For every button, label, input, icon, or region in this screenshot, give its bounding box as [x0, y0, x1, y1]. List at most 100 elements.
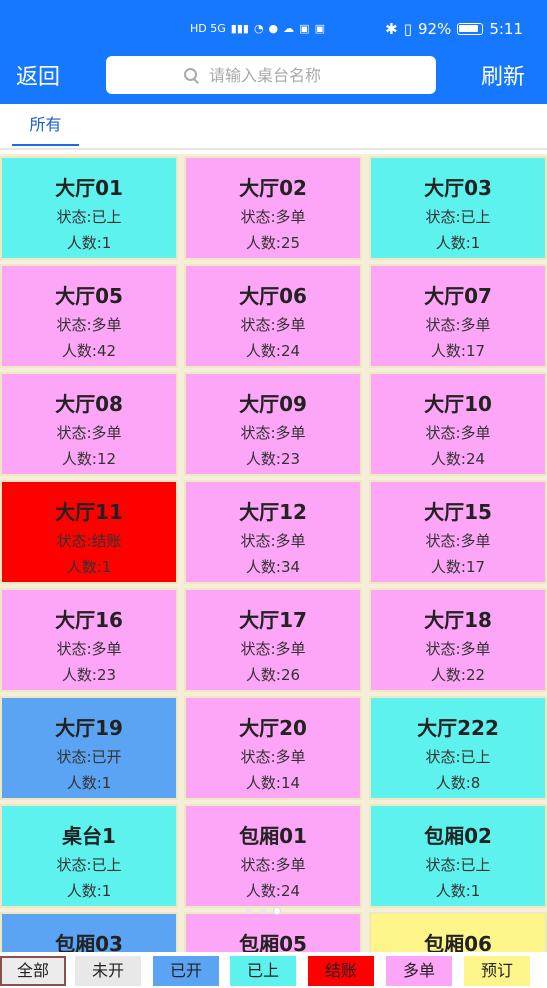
table-card[interactable]: 大厅08 状态:多单 人数:12: [0, 372, 178, 476]
table-name: 大厅18: [424, 608, 492, 632]
table-name: 包厢01: [239, 824, 307, 848]
nav-bar: 返回 刷新: [0, 56, 547, 104]
table-people: 人数:1: [66, 558, 112, 576]
table-card[interactable]: 大厅07 状态:多单 人数:17: [369, 264, 547, 368]
table-name: 大厅09: [239, 392, 307, 416]
table-people: 人数:26: [245, 666, 301, 684]
legend-filter[interactable]: 已上: [230, 956, 296, 986]
refresh-button[interactable]: 刷新: [481, 62, 525, 94]
battery-percent: 92%: [417, 20, 452, 38]
table-grid: 大厅01 状态:已上 人数:1 大厅02 状态:多单 人数:25 大厅03 状态:已上 人数:1…: [0, 154, 547, 954]
table-card[interactable]: 大厅09 状态:多单 人数:23: [184, 372, 362, 476]
table-people: 人数:12: [61, 450, 117, 468]
table-people: 人数:1: [435, 882, 481, 900]
table-name: 大厅03: [424, 176, 492, 200]
table-card[interactable]: 大厅20 状态:多单人数:14: [184, 696, 362, 800]
pager-dot: [246, 908, 252, 914]
table-name: 大厅16: [55, 608, 123, 632]
legend-filter[interactable]: 已开: [153, 956, 219, 986]
search-icon: [183, 67, 199, 83]
table-card[interactable]: 大厅12 状态:多单 人数:34: [184, 480, 362, 584]
table-card[interactable]: 大厅02 状态:多单 人数:25: [184, 156, 362, 260]
table-card[interactable]: 大厅16 状态:多单 人数:23: [0, 588, 178, 692]
table-card[interactable]: 包厢03: [0, 912, 178, 954]
table-people: 人数:14: [245, 774, 301, 792]
legend-filter[interactable]: 全部: [0, 956, 66, 986]
table-status: 状态:多单: [240, 208, 306, 226]
table-card[interactable]: 大厅03 状态:已上 人数:1: [369, 156, 547, 260]
status-bar: HD 5G ▮▮▮ ◔ ● ☁ ▣ ▣ ✱ ▯ 92% 5:11: [0, 0, 547, 56]
table-status: 状态:多单: [56, 640, 122, 658]
table-status: 状态:多单: [425, 532, 491, 550]
battery-icon: [457, 23, 484, 35]
vibrate-icon: ▯: [403, 20, 412, 38]
table-name: 大厅17: [239, 608, 307, 632]
table-card[interactable]: 大厅01 状态:已上 人数:1: [0, 156, 178, 260]
table-name: 大厅10: [424, 392, 492, 416]
table-card[interactable]: 桌台1 状态:已上 人数:1: [0, 804, 178, 908]
table-name: 大厅07: [424, 284, 492, 308]
table-name: 大厅06: [239, 284, 307, 308]
search-box[interactable]: [106, 56, 436, 94]
table-status: 状态:已上: [56, 856, 122, 874]
back-button[interactable]: 返回: [16, 62, 60, 94]
table-name: 大厅19: [55, 716, 123, 740]
table-card[interactable]: 大厅18 状态:多单人数:22: [369, 588, 547, 692]
table-card[interactable]: 大厅05 状态:多单 人数:42: [0, 264, 178, 368]
table-card[interactable]: 大厅19 状态:已开 人数:1: [0, 696, 178, 800]
table-card[interactable]: 大厅17 状态:多单人数:26: [184, 588, 362, 692]
app-icon-2: ▣: [314, 21, 325, 35]
legend-filter[interactable]: 结账: [308, 956, 374, 986]
table-status: 状态:多单: [240, 748, 306, 766]
bluetooth-icon: ✱: [385, 20, 398, 38]
chat-icon: ●: [268, 21, 279, 35]
table-card[interactable]: 包厢02 状态:已上 人数:1: [369, 804, 547, 908]
clock: 5:11: [489, 20, 523, 38]
table-name: 大厅20: [239, 716, 307, 740]
table-name: 包厢02: [424, 824, 492, 848]
network-label: HD 5G: [190, 21, 226, 35]
legend-filter[interactable]: 多单: [386, 956, 452, 986]
table-name: 桌台1: [62, 824, 116, 848]
pager-dot-active: [274, 908, 280, 914]
table-people: 人数:17: [430, 558, 486, 576]
table-people: 人数:24: [430, 450, 486, 468]
status-right: ✱ ▯ 92% 5:11: [385, 18, 523, 40]
pager-dot: [260, 908, 266, 914]
table-people: 人数:22: [430, 666, 486, 684]
table-people: 人数:25: [245, 234, 301, 252]
legend-filter[interactable]: 未开: [75, 956, 141, 986]
table-card[interactable]: 包厢06: [369, 912, 547, 954]
table-card[interactable]: 大厅11 状态:结账 人数:1: [0, 480, 178, 584]
table-status: 状态:多单: [56, 424, 122, 442]
table-card[interactable]: 包厢01 状态:多单 人数:24: [184, 804, 362, 908]
legend-filter[interactable]: 预订: [464, 956, 530, 986]
table-status: 状态:多单: [425, 640, 491, 658]
table-people: 人数:8: [435, 774, 481, 792]
table-card[interactable]: 大厅15 状态:多单 人数:17: [369, 480, 547, 584]
table-name: 包厢05: [239, 932, 307, 954]
wifi-icon: ◔: [253, 21, 264, 35]
table-name: 大厅222: [417, 716, 499, 740]
table-status: 状态:已上: [425, 748, 491, 766]
table-status: 状态:结账: [56, 532, 122, 550]
status-legend: 全部 未开 已开 已上 结账 多单 预订: [0, 952, 547, 988]
table-name: 大厅01: [55, 176, 123, 200]
table-card[interactable]: 大厅10 状态:多单 人数:24: [369, 372, 547, 476]
table-status: 状态:多单: [240, 640, 306, 658]
table-status: 状态:多单: [240, 532, 306, 550]
app-icon: ▣: [299, 21, 310, 35]
table-card[interactable]: 大厅222 状态:已上人数:8: [369, 696, 547, 800]
table-people: 人数:42: [61, 342, 117, 360]
cloud-icon: ☁: [283, 21, 295, 35]
table-people: 人数:1: [66, 774, 112, 792]
table-card[interactable]: 包厢05: [184, 912, 362, 954]
tab-all[interactable]: 所有: [12, 114, 79, 146]
table-people: 人数:34: [245, 558, 301, 576]
table-card[interactable]: 大厅06 状态:多单 人数:24: [184, 264, 362, 368]
table-people: 人数:24: [245, 882, 301, 900]
table-status: 状态:多单: [240, 424, 306, 442]
table-status: 状态:已上: [425, 208, 491, 226]
table-name: 包厢06: [424, 932, 492, 954]
search-input[interactable]: [209, 65, 359, 85]
